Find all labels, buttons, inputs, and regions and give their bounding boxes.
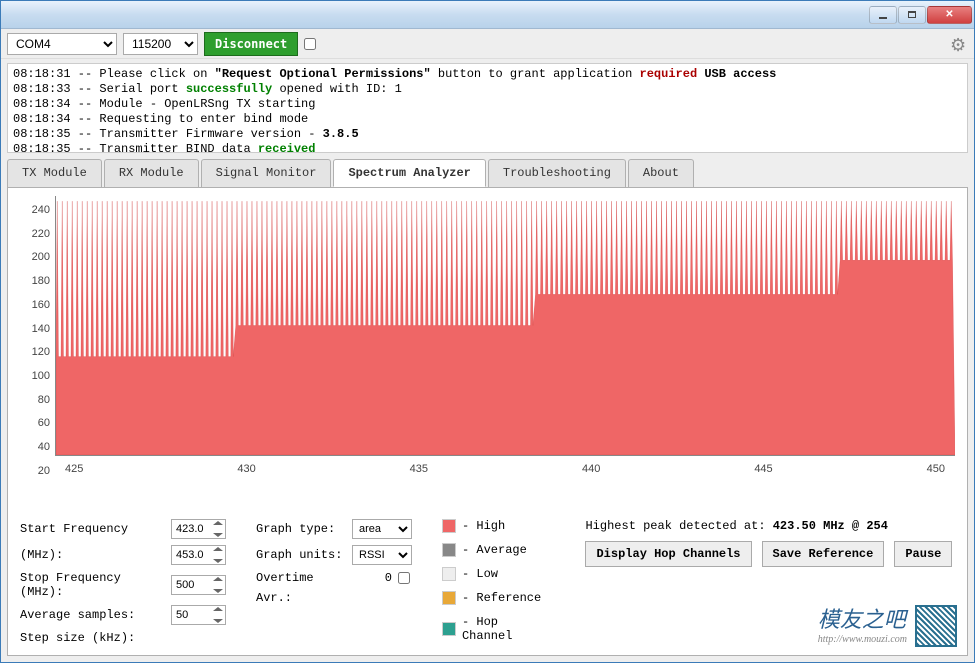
close-button[interactable]: ✕: [927, 6, 972, 24]
end-freq-input[interactable]: [171, 545, 226, 565]
toolbar: COM4 115200 Disconnect ⚙: [1, 29, 974, 59]
start-freq-input[interactable]: [171, 519, 226, 539]
legend: - High - Average - Low - Reference - Hop…: [442, 519, 555, 647]
legend-hop-label: - Hop Channel: [462, 615, 556, 643]
save-reference-button[interactable]: Save Reference: [762, 541, 885, 567]
overtime-value: 0: [352, 571, 392, 585]
chart-container: 24022020018016014012010080604020 4254304…: [20, 196, 955, 507]
tab-tx-module[interactable]: TX Module: [7, 159, 102, 187]
graph-controls: Graph type: area Graph units: RSSI Overtim…: [256, 519, 412, 605]
qr-code: [915, 605, 957, 647]
mhz-label: (MHz):: [20, 548, 165, 562]
legend-hop-swatch: [442, 622, 456, 636]
app-body: COM4 115200 Disconnect ⚙ 08:18:31 -- Ple…: [1, 29, 974, 662]
overtime-label: Overtime: [256, 571, 346, 585]
graph-units-select[interactable]: RSSI: [352, 545, 412, 565]
y-axis: 24022020018016014012010080604020: [20, 196, 55, 507]
legend-avg-label: - Average: [462, 543, 527, 557]
tab-content: 24022020018016014012010080604020 4254304…: [7, 187, 968, 656]
action-buttons: Display Hop Channels Save Reference Paus…: [585, 541, 955, 567]
close-icon: ✕: [945, 9, 953, 20]
legend-avg-swatch: [442, 543, 456, 557]
tab-signal-monitor[interactable]: Signal Monitor: [201, 159, 332, 187]
tab-spectrum-analyzer[interactable]: Spectrum Analyzer: [333, 159, 485, 187]
graph-type-select[interactable]: area: [352, 519, 412, 539]
controls-row: Start Frequency (MHz): Stop Frequency (M…: [20, 519, 955, 647]
log-panel[interactable]: 08:18:31 -- Please click on "Request Opt…: [7, 63, 968, 153]
titlebar[interactable]: ✕: [1, 1, 974, 29]
overtime-checkbox[interactable]: [398, 572, 410, 584]
freq-controls: Start Frequency (MHz): Stop Frequency (M…: [20, 519, 226, 645]
tab-about[interactable]: About: [628, 159, 694, 187]
display-hop-button[interactable]: Display Hop Channels: [585, 541, 751, 567]
app-window: ✕ COM4 115200 Disconnect ⚙ 08:18:31 -- P…: [0, 0, 975, 663]
legend-low-label: - Low: [462, 567, 498, 581]
graph-units-label: Graph units:: [256, 548, 346, 562]
toolbar-checkbox[interactable]: [304, 38, 316, 50]
tab-troubleshooting[interactable]: Troubleshooting: [488, 159, 626, 187]
maximize-icon: [908, 11, 916, 18]
legend-ref-label: - Reference: [462, 591, 541, 605]
settings-icon[interactable]: ⚙: [950, 35, 968, 53]
x-axis: 425430435440445450: [55, 463, 955, 475]
minimize-button[interactable]: [869, 6, 897, 24]
chart-area: 425430435440445450: [55, 196, 955, 507]
legend-high-swatch: [442, 519, 456, 533]
avg-samples-input[interactable]: [171, 605, 226, 625]
minimize-icon: [879, 17, 887, 19]
peak-panel: Highest peak detected at: 423.50 MHz @ 2…: [585, 519, 955, 567]
peak-label: Highest peak detected at:: [585, 519, 772, 533]
avg-samples-label: Average samples:: [20, 608, 165, 622]
graph-type-label: Graph type:: [256, 522, 346, 536]
stop-freq-input[interactable]: [171, 575, 226, 595]
maximize-button[interactable]: [898, 6, 926, 24]
port-select[interactable]: COM4: [7, 33, 117, 55]
tab-rx-module[interactable]: RX Module: [104, 159, 199, 187]
stop-freq-label: Stop Frequency (MHz):: [20, 571, 165, 599]
legend-high-label: - High: [462, 519, 505, 533]
tab-bar: TX Module RX Module Signal Monitor Spect…: [7, 159, 968, 187]
avr-label: Avr.:: [256, 591, 346, 605]
peak-value: 423.50 MHz @ 254: [773, 519, 888, 533]
disconnect-button[interactable]: Disconnect: [204, 32, 298, 56]
legend-low-swatch: [442, 567, 456, 581]
pause-button[interactable]: Pause: [894, 541, 952, 567]
baud-select[interactable]: 115200: [123, 33, 198, 55]
step-size-label: Step size (kHz):: [20, 631, 165, 645]
watermark-logo: 模友之吧 http://www.mouzi.com: [818, 602, 907, 645]
legend-ref-swatch: [442, 591, 456, 605]
spectrum-plot: [55, 196, 955, 456]
window-controls: ✕: [868, 6, 972, 24]
start-freq-label: Start Frequency: [20, 522, 165, 536]
